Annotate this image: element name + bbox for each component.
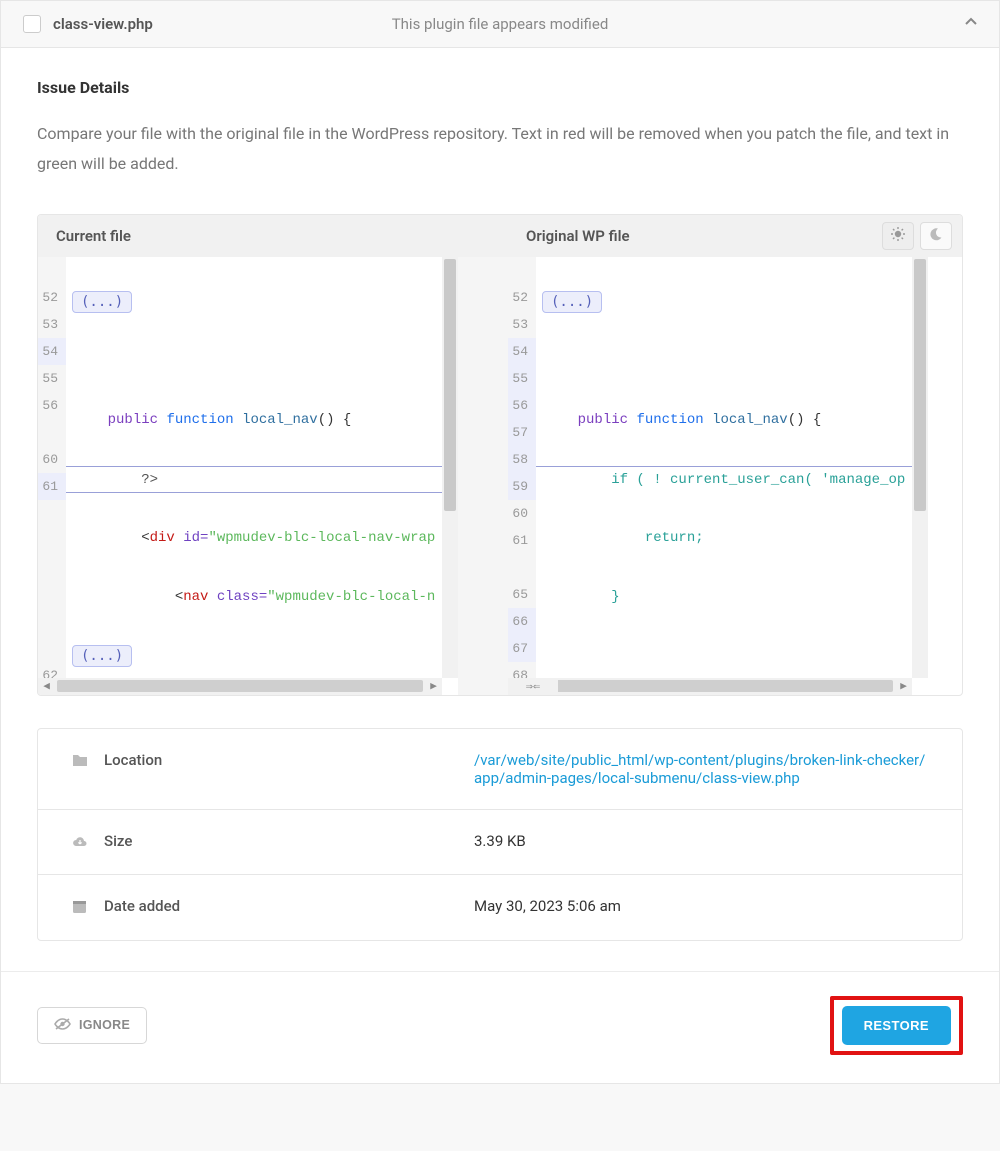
eye-off-icon <box>54 1017 71 1034</box>
dark-theme-button[interactable] <box>920 222 952 250</box>
fold-marker[interactable]: (...) <box>72 291 132 313</box>
calendar-icon <box>72 899 94 918</box>
chevron-up-icon[interactable] <box>965 16 977 32</box>
diff-viewer: Current file Original WP file <box>37 214 963 696</box>
issue-description: Compare your file with the original file… <box>37 119 963 180</box>
file-meta-table: Location /var/web/site/public_html/wp-co… <box>37 728 963 941</box>
code-left[interactable]: (...) public function local_nav() { ?> <… <box>66 257 458 695</box>
meta-date-value: May 30, 2023 5:06 am <box>474 897 928 915</box>
scrollbar-vertical[interactable] <box>442 257 458 678</box>
select-file-checkbox[interactable] <box>23 15 41 33</box>
diff-body: 52 53 54 55 56 60 61 <box>38 257 962 695</box>
meta-size-value: 3.39 KB <box>474 832 928 850</box>
meta-date-label: Date added <box>104 897 474 915</box>
file-name: class-view.php <box>53 15 153 33</box>
panel-header[interactable]: class-view.php This plugin file appears … <box>1 1 999 48</box>
code-right[interactable]: (...) public function local_nav() { if (… <box>536 257 928 695</box>
issue-panel: class-view.php This plugin file appears … <box>0 0 1000 1084</box>
scrollbar-horizontal[interactable]: ◀ ▶ <box>508 678 912 695</box>
meta-row-location: Location /var/web/site/public_html/wp-co… <box>38 729 962 809</box>
sun-icon <box>890 226 906 246</box>
diff-gutter <box>458 257 508 695</box>
moon-icon <box>929 227 943 245</box>
folder-icon <box>72 753 94 771</box>
file-status-message: This plugin file appears modified <box>392 15 609 33</box>
line-numbers-left: 52 53 54 55 56 60 61 <box>38 257 66 695</box>
diff-sync-controls[interactable]: ⇒⇐ <box>508 678 558 695</box>
scroll-right-icon[interactable]: ▶ <box>895 678 912 695</box>
panel-footer: IGNORE RESTORE <box>1 971 999 1083</box>
issue-details-heading: Issue Details <box>37 78 963 97</box>
restore-highlight-box: RESTORE <box>830 996 963 1055</box>
scrollbar-vertical[interactable] <box>912 257 928 678</box>
panel-body: Issue Details Compare your file with the… <box>1 48 999 941</box>
diff-right-title: Original WP file <box>508 215 962 257</box>
line-numbers-right: 52 53 54 55 56 57 58 59 60 61 65 <box>508 257 536 695</box>
restore-button[interactable]: RESTORE <box>842 1006 951 1045</box>
file-location-link[interactable]: /var/web/site/public_html/wp-content/plu… <box>474 751 925 787</box>
diff-right-title-text: Original WP file <box>526 227 630 245</box>
download-cloud-icon <box>72 834 94 852</box>
scroll-right-icon[interactable]: ▶ <box>425 678 442 695</box>
ignore-button-label: IGNORE <box>79 1018 130 1032</box>
scrollbar-horizontal[interactable]: ◀ ▶ <box>38 678 442 695</box>
diff-left-title: Current file <box>38 215 508 257</box>
diff-pane-current: 52 53 54 55 56 60 61 <box>38 257 458 695</box>
diff-header: Current file Original WP file <box>38 215 962 257</box>
diff-pane-original: 52 53 54 55 56 57 58 59 60 61 65 <box>508 257 928 695</box>
scroll-left-icon[interactable]: ◀ <box>38 678 55 695</box>
light-theme-button[interactable] <box>882 222 914 250</box>
meta-size-label: Size <box>104 832 474 850</box>
ignore-button[interactable]: IGNORE <box>37 1007 147 1044</box>
fold-marker[interactable]: (...) <box>542 291 602 313</box>
fold-marker[interactable]: (...) <box>72 645 132 667</box>
meta-location-label: Location <box>104 751 474 769</box>
meta-row-date: Date added May 30, 2023 5:06 am <box>38 874 962 940</box>
meta-row-size: Size 3.39 KB <box>38 809 962 874</box>
